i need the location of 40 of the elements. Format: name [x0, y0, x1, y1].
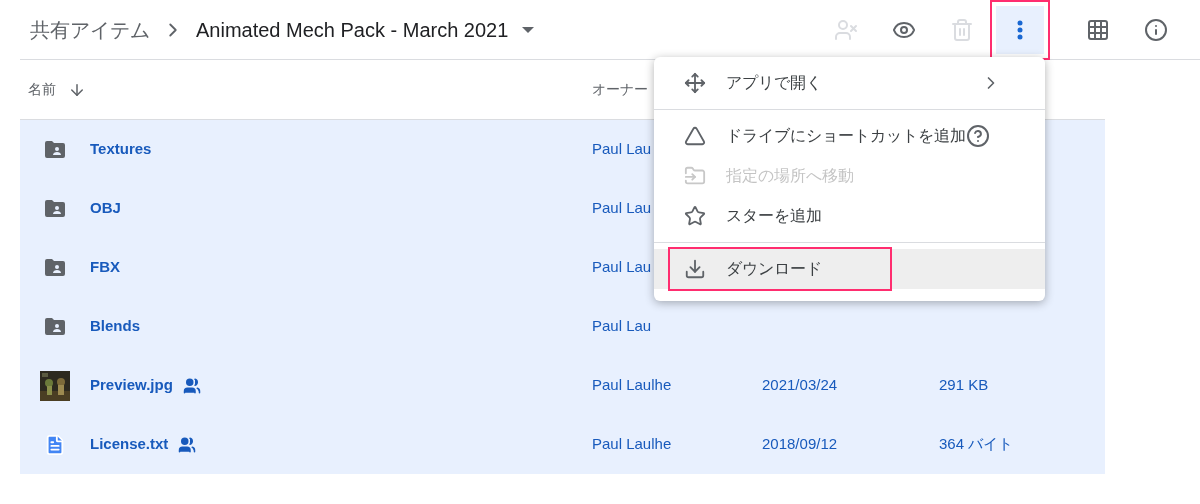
menu-item[interactable]: アプリで開く: [654, 63, 1045, 103]
column-header[interactable]: 名前: [28, 79, 56, 100]
size-cell-text: 291 KB: [939, 375, 989, 396]
file-name: License.txt: [90, 434, 169, 455]
more-button[interactable]: [996, 5, 1044, 54]
file-row[interactable]: Blends Paul Lau: [20, 297, 1105, 356]
owner-cell-text: Paul Laulhe: [592, 375, 672, 396]
file-name: OBJ: [90, 198, 121, 219]
grid-icon: [1086, 17, 1110, 42]
modified-cell-text: 2018/09/12: [762, 434, 839, 455]
size-cell-text: 364 バイト: [939, 434, 1014, 455]
owner-cell-text: Paul Lau: [592, 316, 652, 337]
file-row[interactable]: License.txt Paul Laulhe 2018/09/12 364 バイト: [20, 415, 1105, 474]
owner-cell-text: Paul Laulhe: [592, 434, 672, 455]
file-name: FBX: [90, 257, 120, 278]
column-header[interactable]: オーナー: [592, 79, 648, 100]
file-name: Textures: [90, 139, 152, 160]
owner-cell-text: Paul Lau: [592, 257, 652, 278]
folder-arrow-icon: [684, 165, 706, 187]
person-off-icon: [834, 17, 858, 42]
move-arrows-icon: [684, 72, 706, 94]
caret-icon: [522, 26, 535, 33]
file-name: Preview.jpg: [90, 375, 173, 396]
download-icon: [684, 258, 706, 280]
menu-item[interactable]: スターを追加: [654, 196, 1045, 236]
info-icon: [1144, 17, 1168, 42]
help-icon[interactable]: [966, 124, 990, 148]
file-name: Blends: [90, 316, 140, 337]
modified-cell-text: 2021/03/24: [762, 375, 839, 396]
file-row[interactable]: Preview.jpg Paul Laulhe 2021/03/24 291 KB: [20, 356, 1105, 415]
menu-item[interactable]: ダウンロード: [654, 249, 1045, 289]
trash-icon: [950, 17, 974, 42]
more-icon: [1017, 19, 1023, 40]
owner-cell-text: Paul Lau: [592, 139, 652, 160]
drive-shortcut-icon: [684, 125, 706, 147]
star-icon: [684, 205, 706, 227]
current-folder-title[interactable]: Animated Mech Pack - March 2021: [196, 14, 509, 45]
owner-cell-text: Paul Lau: [592, 198, 652, 219]
document-icon: [44, 433, 66, 456]
breadcrumb-parent[interactable]: 共有アイテム: [30, 14, 150, 45]
